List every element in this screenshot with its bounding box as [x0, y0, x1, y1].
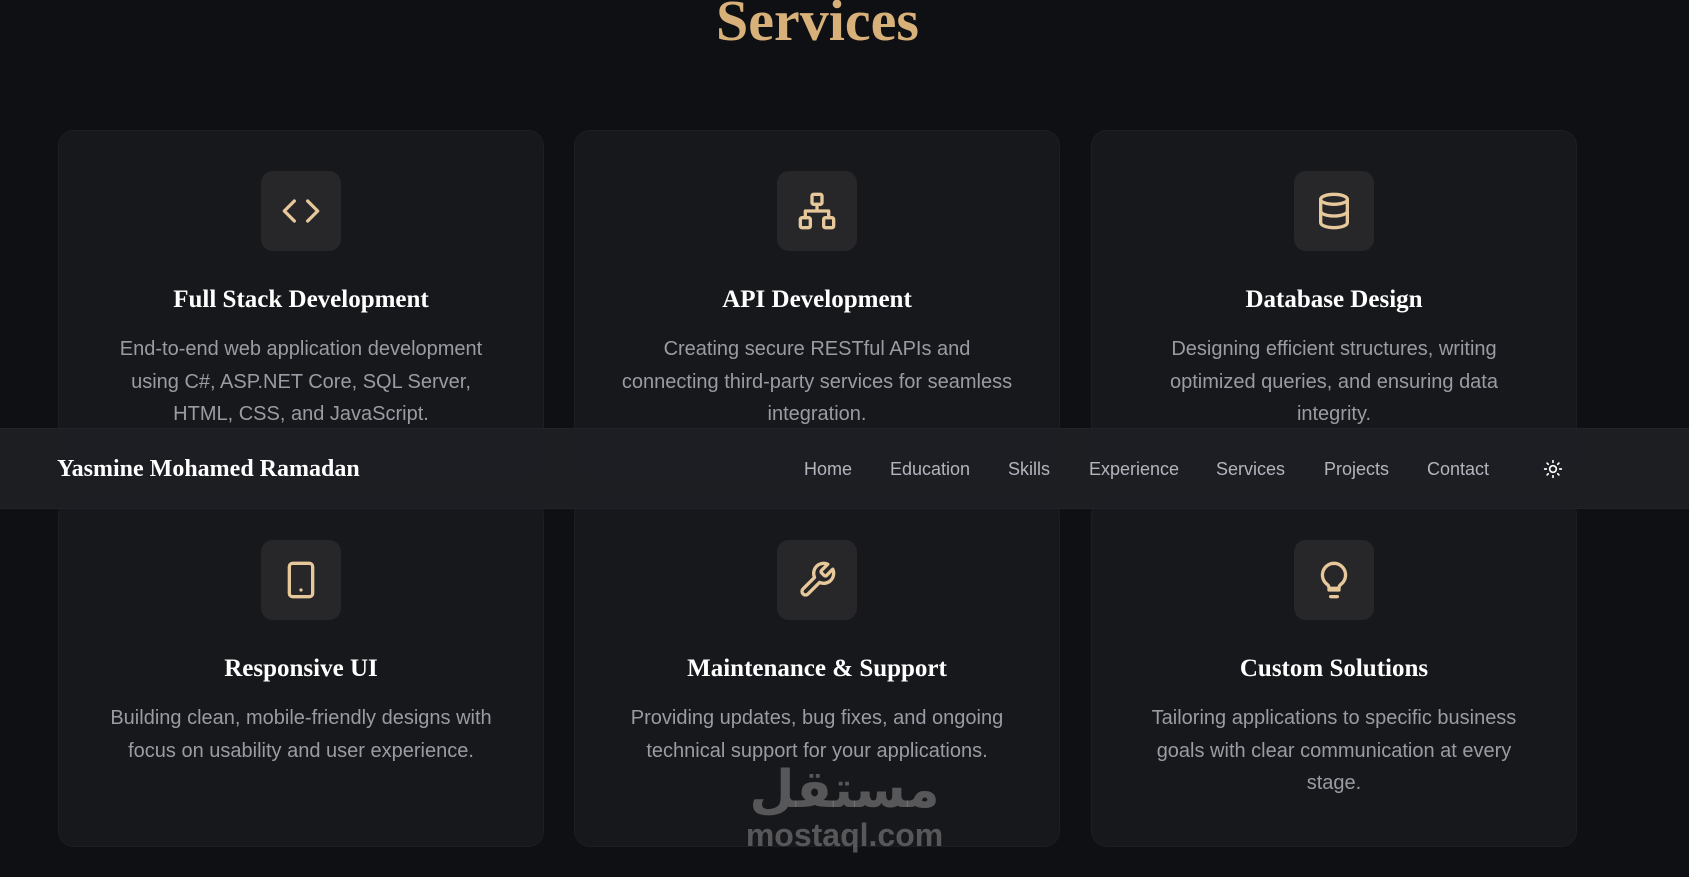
service-card-api: API Development Creating secure RESTful …	[574, 130, 1060, 478]
service-card-custom-solutions: Custom Solutions Tailoring applications …	[1091, 499, 1577, 847]
service-description: Creating secure RESTful APIs and connect…	[621, 338, 1013, 425]
nav-link-contact[interactable]: Contact	[1427, 429, 1489, 510]
nav-link-home[interactable]: Home	[804, 429, 852, 510]
navbar: Yasmine Mohamed Ramadan Home Education S…	[0, 428, 1689, 509]
nav-link-services[interactable]: Services	[1216, 429, 1285, 510]
watermark-arabic: مستقل	[749, 760, 940, 820]
code-icon	[261, 171, 341, 251]
service-title: Database Design	[1245, 286, 1423, 313]
service-title: Maintenance & Support	[687, 655, 947, 682]
watermark-latin: mostaql.com	[745, 817, 944, 853]
service-card-responsive-ui: Responsive UI Building clean, mobile-fri…	[58, 499, 544, 847]
tablet-icon	[261, 540, 341, 620]
nav-link-skills[interactable]: Skills	[1008, 429, 1050, 510]
services-page: Services Full Stack Development End-to-e…	[0, 0, 1689, 877]
service-description: Tailoring applications to specific busin…	[1151, 707, 1517, 794]
wrench-icon	[777, 540, 857, 620]
service-title: Full Stack Development	[173, 286, 429, 313]
database-icon	[1294, 171, 1374, 251]
service-description: Providing updates, bug fixes, and ongoin…	[630, 707, 1004, 762]
lightbulb-icon	[1294, 540, 1374, 620]
theme-toggle-button[interactable]	[1539, 455, 1567, 483]
nav-link-education[interactable]: Education	[890, 429, 970, 510]
service-description: End-to-end web application development u…	[119, 338, 483, 425]
service-title: Custom Solutions	[1239, 655, 1429, 682]
mostaql-watermark: مستقل mostaql.com	[742, 762, 947, 852]
service-description: Building clean, mobile-friendly designs …	[110, 707, 492, 762]
section-title: Services	[716, 0, 919, 53]
brand-logo[interactable]: Yasmine Mohamed Ramadan	[57, 429, 360, 510]
sitemap-icon	[777, 171, 857, 251]
service-card-full-stack: Full Stack Development End-to-end web ap…	[58, 130, 544, 478]
service-title: Responsive UI	[224, 655, 378, 682]
nav-link-projects[interactable]: Projects	[1324, 429, 1389, 510]
nav-link-experience[interactable]: Experience	[1089, 429, 1179, 510]
sun-icon	[1543, 459, 1563, 479]
service-card-database: Database Design Designing efficient stru…	[1091, 130, 1577, 478]
service-description: Designing efficient structures, writing …	[1170, 338, 1498, 425]
service-title: API Development	[722, 286, 912, 313]
